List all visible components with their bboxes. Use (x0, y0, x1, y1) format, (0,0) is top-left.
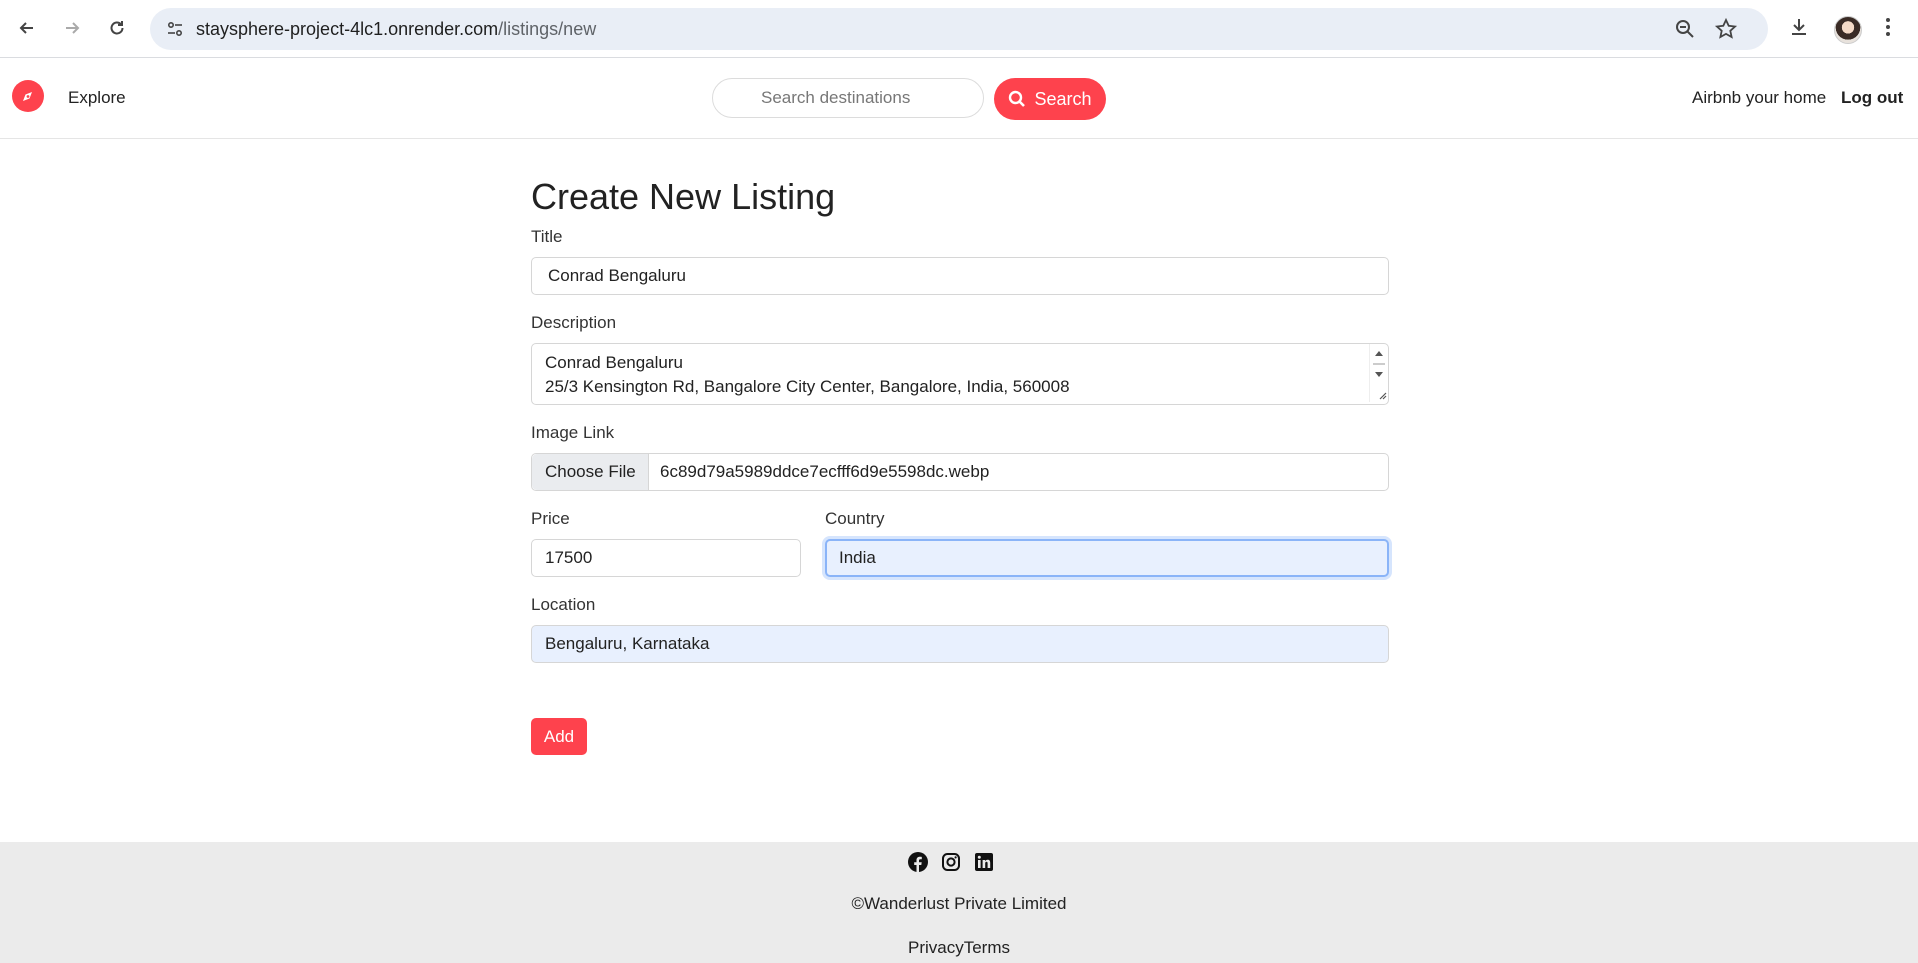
logout-link[interactable]: Log out (1841, 88, 1903, 108)
search-input[interactable]: Search destinations (712, 78, 984, 118)
description-line-1: Conrad Bengaluru (545, 353, 683, 372)
reload-icon[interactable] (102, 13, 132, 43)
location-input[interactable]: Bengaluru, Karnataka (531, 625, 1389, 663)
image-file-input[interactable]: Choose File 6c89d79a5989ddce7ecfff6d9e55… (531, 453, 1389, 491)
terms-link[interactable]: Terms (964, 938, 1010, 957)
facebook-icon[interactable] (908, 852, 928, 872)
copyright-text: ©Wanderlust Private Limited (851, 894, 1067, 913)
zoom-icon[interactable] (1674, 18, 1696, 45)
page-title: Create New Listing (531, 176, 836, 217)
search-button[interactable]: Search (994, 78, 1106, 120)
description-line-2: 25/3 Kensington Rd, Bangalore City Cente… (545, 377, 1070, 396)
country-value: India (839, 548, 876, 567)
image-link-label: Image Link (531, 423, 615, 442)
location-label: Location (531, 595, 596, 614)
add-button[interactable]: Add (531, 718, 587, 755)
country-label: Country (825, 509, 885, 528)
compass-logo-icon[interactable] (12, 80, 44, 112)
browser-toolbar: staysphere-project-4lc1.onrender.com/lis… (0, 0, 1918, 58)
explore-link[interactable]: Explore (68, 88, 126, 108)
description-label: Description (531, 313, 617, 332)
title-value: Conrad Bengaluru (548, 266, 686, 285)
textarea-scrollbar[interactable] (1369, 344, 1388, 402)
country-input[interactable]: India (825, 539, 1389, 577)
price-label: Price (531, 509, 570, 528)
site-info-icon[interactable] (162, 16, 188, 42)
more-menu-icon[interactable] (1884, 15, 1892, 44)
forward-icon[interactable] (57, 13, 87, 43)
search-icon (1009, 90, 1026, 107)
privacy-link[interactable]: Privacy (908, 938, 964, 957)
choose-file-label: Choose File (545, 462, 636, 481)
linkedin-icon[interactable] (974, 852, 994, 872)
footer: ©Wanderlust Private Limited PrivacyTerms (0, 842, 1918, 963)
description-textarea[interactable]: Conrad Bengaluru 25/3 Kensington Rd, Ban… (531, 343, 1389, 405)
price-input[interactable]: 17500 (531, 539, 801, 577)
social-links (908, 852, 994, 872)
site-navbar: Explore Search destinations Search Airbn… (0, 58, 1918, 139)
footer-links: PrivacyTerms (0, 938, 1918, 958)
address-bar[interactable]: staysphere-project-4lc1.onrender.com/lis… (150, 8, 1768, 50)
location-value: Bengaluru, Karnataka (545, 634, 710, 653)
title-label: Title (531, 227, 563, 246)
title-input[interactable]: Conrad Bengaluru (531, 257, 1389, 295)
back-icon[interactable] (12, 13, 42, 43)
instagram-icon[interactable] (941, 852, 961, 872)
profile-avatar[interactable] (1834, 16, 1862, 44)
price-value: 17500 (545, 548, 593, 567)
url-text: staysphere-project-4lc1.onrender.com/lis… (196, 19, 597, 39)
bookmark-star-icon[interactable] (1714, 17, 1738, 46)
airbnb-your-home-link[interactable]: Airbnb your home (1692, 88, 1826, 108)
search-button-label: Search (1034, 88, 1092, 109)
file-name: 6c89d79a5989ddce7ecfff6d9e5598dc.webp (660, 462, 990, 481)
download-icon[interactable] (1787, 15, 1811, 44)
choose-file-button[interactable]: Choose File (532, 454, 649, 490)
